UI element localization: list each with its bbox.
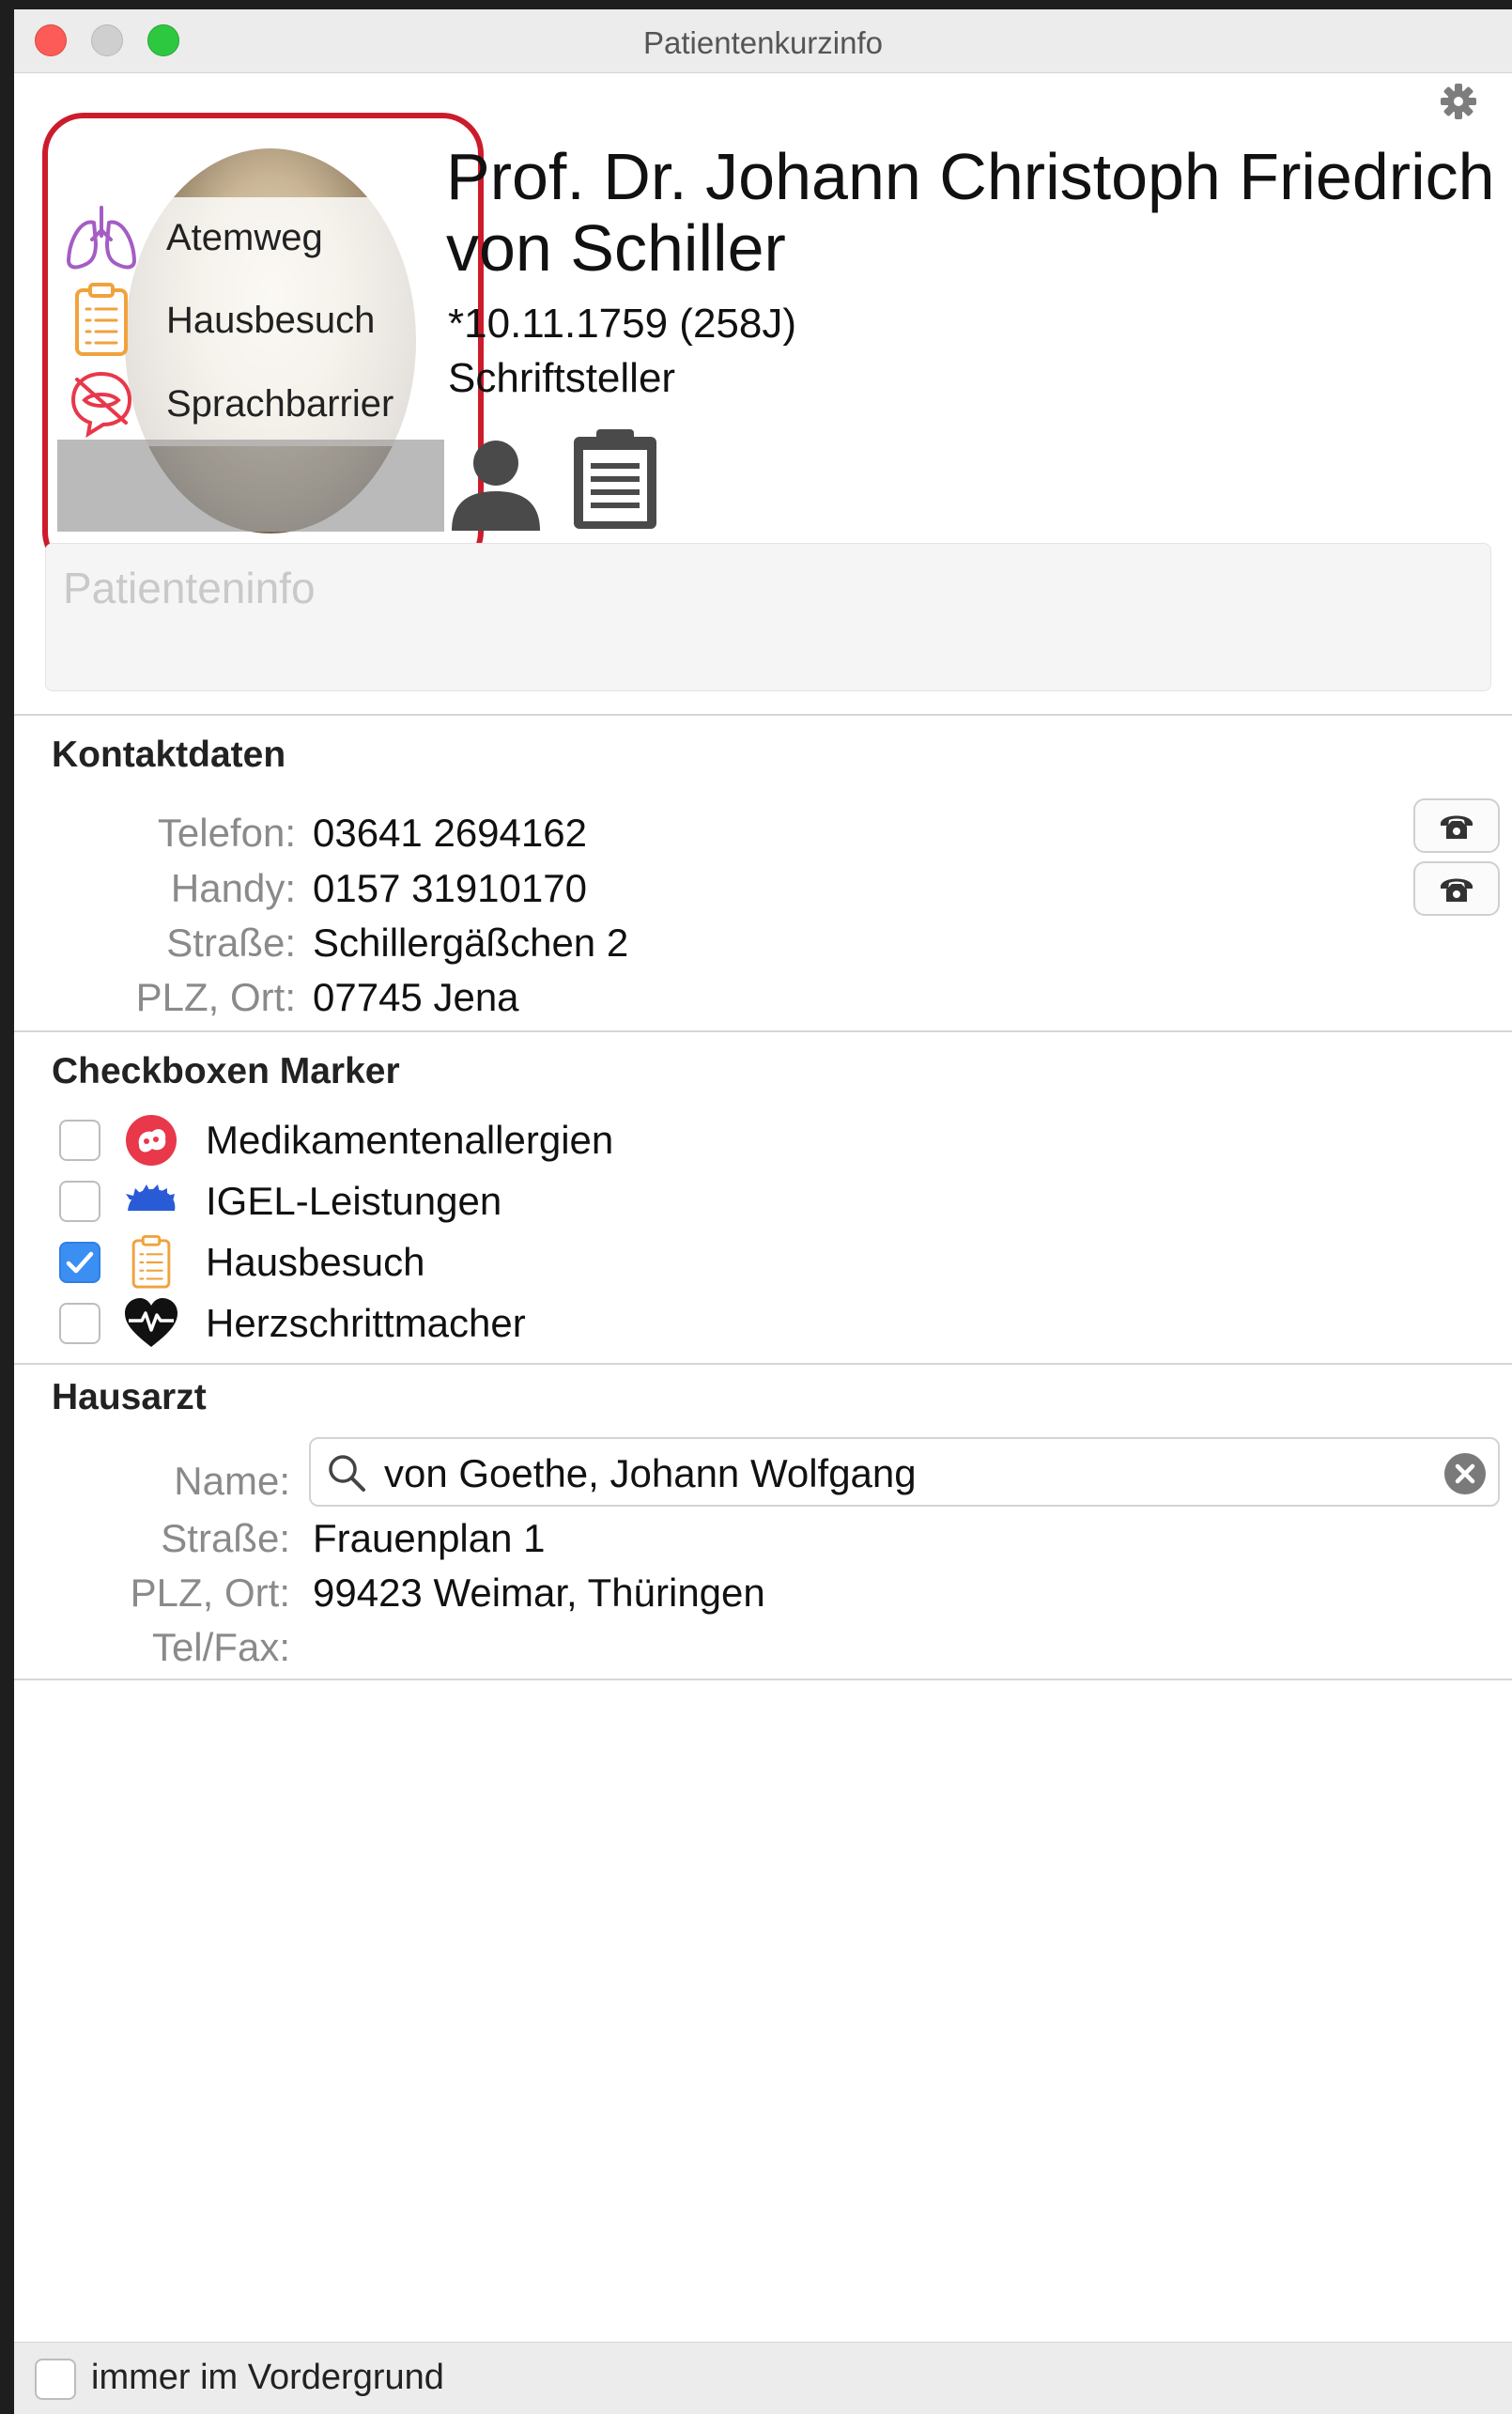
doctor-search-value: von Goethe, Johann Wolfgang — [384, 1451, 917, 1495]
checkbox[interactable] — [59, 1303, 100, 1344]
checkbox-checked[interactable] — [59, 1242, 100, 1283]
checkbox-row-igel-leistungen[interactable]: IGEL-Leistungen — [59, 1173, 501, 1230]
hedgehog-icon — [126, 1184, 176, 1211]
doctor-street-value: Frauenplan 1 — [313, 1516, 546, 1560]
zip-city-value: 07745 Jena — [313, 975, 519, 1019]
always-on-top-label: immer im Vordergrund — [91, 2358, 444, 2397]
phone-label: Telefon: — [157, 811, 296, 855]
divider — [14, 1363, 1512, 1365]
allergy-icon — [126, 1115, 177, 1166]
doctor-zip-city-value: 99423 Weimar, Thüringen — [313, 1571, 765, 1615]
document-clipboard-icon[interactable] — [568, 427, 662, 533]
telephone-icon — [1441, 878, 1473, 902]
window-title: Patientenkurzinfo — [643, 25, 883, 60]
clear-search-icon[interactable] — [1443, 1452, 1487, 1495]
title-bar: Patientenkurzinfo — [14, 9, 1512, 73]
patient-summary-window: Patientenkurzinfo Atemweg Hausbesuch Spr… — [14, 9, 1512, 2414]
call-phone-button[interactable] — [1413, 798, 1500, 853]
doctor-tel-fax-label: Tel/Fax: — [151, 1625, 290, 1669]
clipboard-icon — [131, 1235, 171, 1289]
checkbox-row-herzschrittmacher[interactable]: Herzschrittmacher — [59, 1295, 526, 1352]
patient-info-field[interactable]: Patienteninfo — [45, 543, 1491, 691]
divider — [14, 1679, 1512, 1680]
patient-occupation: Schriftsteller — [448, 355, 676, 401]
street-label: Straße: — [166, 921, 296, 965]
gear-icon[interactable] — [1438, 81, 1479, 122]
checkbox[interactable] — [59, 1181, 100, 1222]
heart-pulse-icon — [125, 1298, 177, 1347]
patient-name-line1: Prof. Dr. Johann Christoph Friedrich — [446, 140, 1495, 213]
doctor-zip-city-label: PLZ, Ort: — [130, 1571, 290, 1615]
checkbox-label: Medikamentenallergien — [206, 1118, 614, 1162]
patient-info-placeholder: Patienteninfo — [63, 564, 316, 612]
street-value: Schillergäßchen 2 — [313, 921, 629, 965]
patient-name-line2: von Schiller — [446, 211, 786, 285]
doctor-search-field[interactable]: von Goethe, Johann Wolfgang — [309, 1437, 1500, 1507]
call-mobile-button[interactable] — [1413, 861, 1500, 916]
zip-city-label: PLZ, Ort: — [135, 975, 296, 1019]
checkbox-markers-title: Checkboxen Marker — [52, 1051, 400, 1091]
checkbox-row-hausbesuch[interactable]: Hausbesuch — [59, 1234, 424, 1291]
doctor-street-label: Straße: — [161, 1516, 290, 1560]
mobile-label: Handy: — [170, 866, 296, 910]
person-icon[interactable] — [446, 437, 546, 531]
footer-bar: immer im Vordergrund — [14, 2342, 1512, 2414]
checkbox-row-medikamentenallergien[interactable]: Medikamentenallergien — [59, 1112, 613, 1168]
divider — [14, 1030, 1512, 1032]
checkbox-label: Herzschrittmacher — [206, 1301, 526, 1345]
search-icon — [329, 1455, 365, 1492]
phone-value: 03641 2694162 — [313, 811, 587, 855]
patient-birthdate: *10.11.1759 (258J) — [448, 301, 797, 347]
patient-name: Prof. Dr. Johann Christoph Friedrich von… — [446, 141, 1498, 284]
checkmark-icon — [66, 1251, 94, 1274]
always-on-top-checkbox[interactable] — [35, 2359, 76, 2400]
contact-section-title: Kontaktdaten — [52, 735, 286, 775]
telephone-icon — [1441, 815, 1473, 839]
checkbox-label: IGEL-Leistungen — [206, 1179, 502, 1223]
patient-marker-area: Atemweg Hausbesuch Sprachbarrier — [42, 113, 484, 573]
highlight-frame — [42, 113, 484, 573]
checkbox-label: Hausbesuch — [206, 1240, 425, 1284]
doctor-name-label: Name: — [174, 1459, 290, 1503]
checkbox[interactable] — [59, 1120, 100, 1161]
family-doctor-title: Hausarzt — [52, 1377, 207, 1417]
mobile-value: 0157 31910170 — [313, 866, 587, 910]
divider — [14, 714, 1512, 716]
